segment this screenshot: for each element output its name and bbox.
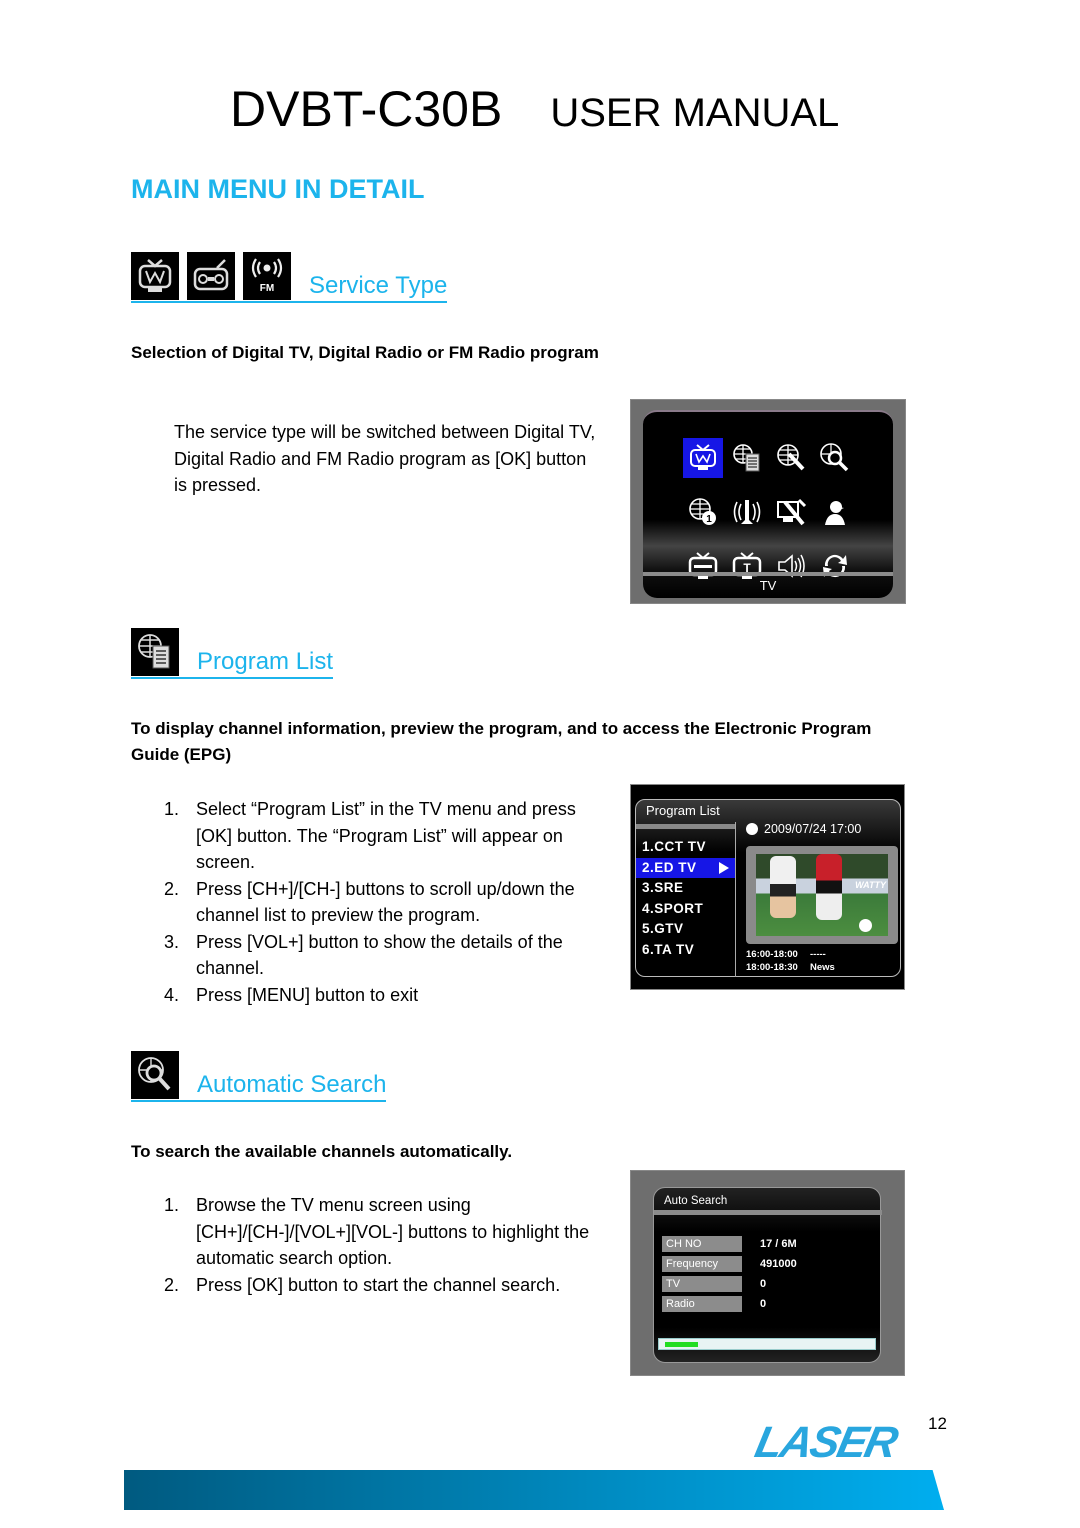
tv-icon	[683, 438, 723, 478]
step-item: 2. Press [OK] button to start the channel…	[164, 1274, 561, 1295]
epg-list: 16:00-18:00 ----- 18:00-18:30 News	[746, 948, 835, 974]
epg-item: 18:00-18:30 News	[746, 962, 835, 973]
channel-item: 4.SPORT	[642, 900, 704, 916]
page-number: 12	[928, 1414, 947, 1433]
system-tools-icon	[771, 492, 811, 532]
manual-label: USER MANUAL	[550, 91, 840, 135]
program-list-subheading: To display channel information, preview …	[131, 719, 872, 764]
antenna-icon	[727, 492, 767, 532]
document-title: DVBT-C30B USER MANUAL	[230, 80, 839, 138]
channel-item: 5.GTV	[642, 921, 684, 936]
clock-icon	[746, 823, 758, 835]
channel-item: 3.SRE	[642, 880, 684, 895]
service-type-subheading: Selection of Digital TV, Digital Radio o…	[131, 343, 599, 362]
service-type-description: The service type will be switched betwee…	[174, 422, 596, 495]
footer-band	[124, 1470, 944, 1510]
laser-logo: LASER	[750, 1418, 901, 1467]
epg-item: 16:00-18:00 -----	[746, 949, 826, 960]
menu-icon-grid: 1 T	[683, 438, 855, 586]
model-name: DVBT-C30B	[230, 81, 503, 137]
program-list-icon	[727, 438, 767, 478]
screen-title: Auto Search	[664, 1195, 728, 1207]
datetime: 2009/07/24 17:00	[746, 822, 861, 836]
search-status: CH NO 17 / 6M Frequency 491000 TV 0 Radio 0	[662, 1234, 797, 1314]
channel-list: 1.CCT TV 2.ED TV 3.SRE 4.SPORT 5.GTV 6.T…	[636, 837, 735, 960]
heading-label: Program List	[197, 648, 334, 675]
progress-fill	[665, 1342, 698, 1347]
program-list-steps: 1. Select “Program List” in the TV menu a…	[164, 796, 614, 1008]
status-row: CH NO 17 / 6M	[662, 1234, 797, 1254]
step-item: 4. Press [MENU] button to exit	[164, 984, 419, 1005]
program-preview: WATTY	[746, 846, 898, 944]
radio-icon	[187, 252, 235, 300]
main-menu-screenshot: 1 T TV	[630, 399, 906, 604]
auto-search-icon	[815, 438, 855, 478]
screen-title: Program List	[646, 803, 720, 818]
svg-text:FM: FM	[260, 283, 274, 294]
program-list-icon	[131, 628, 179, 676]
fm-radio-icon: FM	[243, 252, 291, 300]
setup-icon	[771, 438, 811, 478]
auto-search-screenshot: Auto Search CH NO 17 / 6M Frequency 491000…	[630, 1170, 905, 1376]
channel-item: 1.CCT TV	[642, 839, 707, 854]
service-type-heading: FM Service Type	[131, 252, 448, 303]
step-item: 2. Press [CH+]/[CH-] buttons to scroll up…	[164, 878, 575, 926]
program-list-heading: Program List	[131, 628, 334, 679]
step-item: 3. Press [VOL+] button to show the detail…	[164, 931, 563, 979]
status-row: Frequency 491000	[662, 1254, 797, 1274]
heading-label: Service Type	[309, 272, 448, 299]
info-icon: 1	[683, 492, 723, 532]
auto-search-icon	[131, 1051, 179, 1099]
svg-text:1: 1	[706, 514, 712, 525]
automatic-search-subheading: To search the available channels automat…	[131, 1142, 513, 1161]
program-list-screenshot: Program List 1.CCT TV 2.ED TV 3.SRE 4.SP…	[630, 784, 905, 990]
user-icon	[815, 492, 855, 532]
status-row: Radio 0	[662, 1294, 797, 1314]
search-progress-bar	[658, 1338, 876, 1350]
section-title: MAIN MENU IN DETAIL	[131, 174, 425, 204]
heading-label: Automatic Search	[197, 1071, 387, 1098]
step-item: 1. Select “Program List” in the TV menu a…	[164, 799, 576, 872]
automatic-search-steps: 1. Browse the TV menu screen using [CH+]/…	[164, 1192, 609, 1298]
automatic-search-heading: Automatic Search	[131, 1051, 387, 1102]
channel-item: 6.TA TV	[642, 941, 695, 957]
step-item: 1. Browse the TV menu screen using [CH+]/…	[164, 1195, 590, 1268]
menu-caption: TV	[759, 578, 777, 593]
channel-item-selected: 2.ED TV	[636, 857, 735, 878]
status-row: TV 0	[662, 1274, 797, 1294]
tv-icon	[131, 252, 179, 300]
